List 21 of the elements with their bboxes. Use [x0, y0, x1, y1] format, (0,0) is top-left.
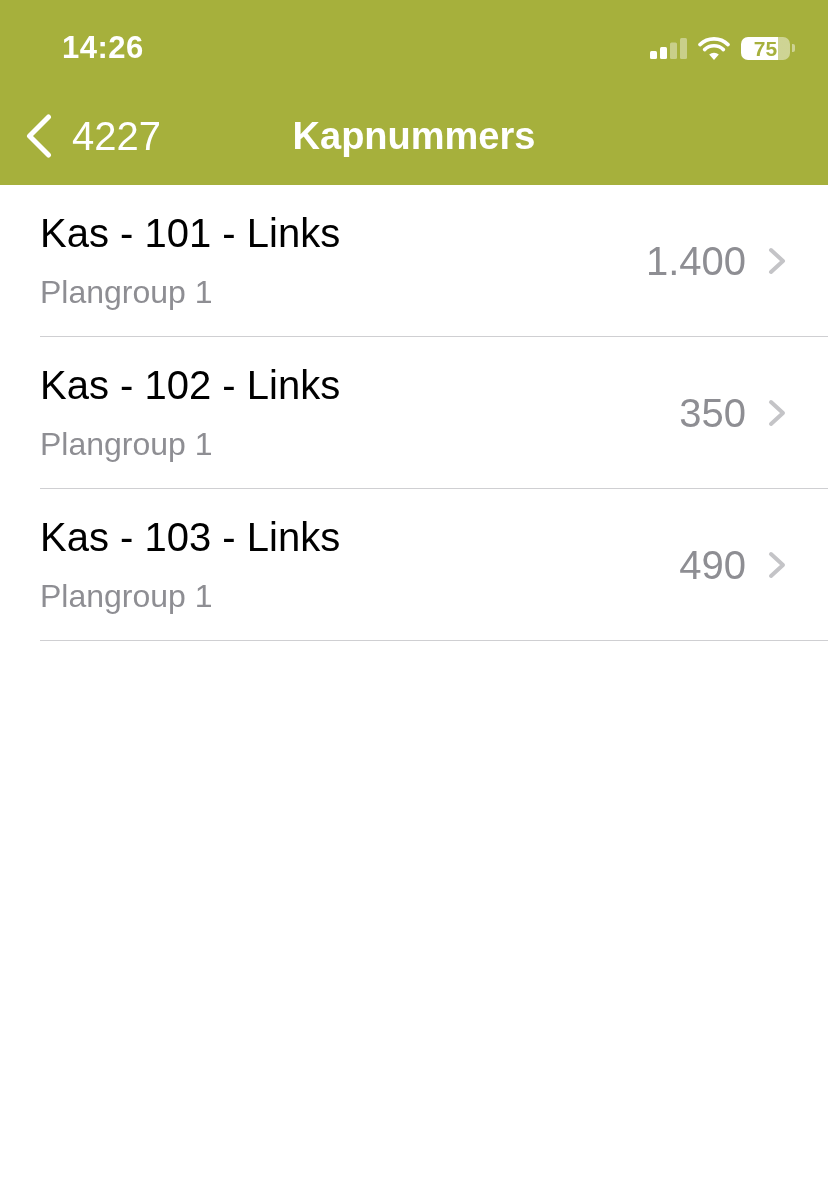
list-row[interactable]: Kas - 101 - Links Plangroup 1 1.400: [40, 185, 828, 337]
chevron-right-icon: [768, 246, 786, 275]
row-title: Kas - 103 - Links: [40, 514, 341, 561]
row-value: 490: [679, 541, 746, 589]
wifi-icon: [698, 36, 730, 60]
battery-percentage: 75: [753, 36, 778, 60]
row-subtitle: Plangroup 1: [40, 425, 214, 464]
row-value: 350: [679, 389, 746, 437]
list-row[interactable]: Kas - 103 - Links Plangroup 1 490: [40, 489, 828, 641]
chevron-right-icon: [768, 398, 786, 427]
chevron-left-icon: [26, 113, 52, 158]
row-subtitle: Plangroup 1: [40, 577, 214, 616]
row-subtitle: Plangroup 1: [40, 273, 214, 312]
status-time: 14:26: [62, 30, 144, 66]
list-row[interactable]: Kas - 102 - Links Plangroup 1 350: [40, 337, 828, 489]
row-value: 1.400: [645, 237, 746, 285]
signal-icon: [650, 37, 687, 59]
row-title: Kas - 102 - Links: [40, 362, 341, 409]
screen-title: Kapnummers: [292, 113, 536, 159]
row-title: Kas - 101 - Links: [40, 210, 341, 257]
chevron-right-icon: [768, 550, 786, 579]
